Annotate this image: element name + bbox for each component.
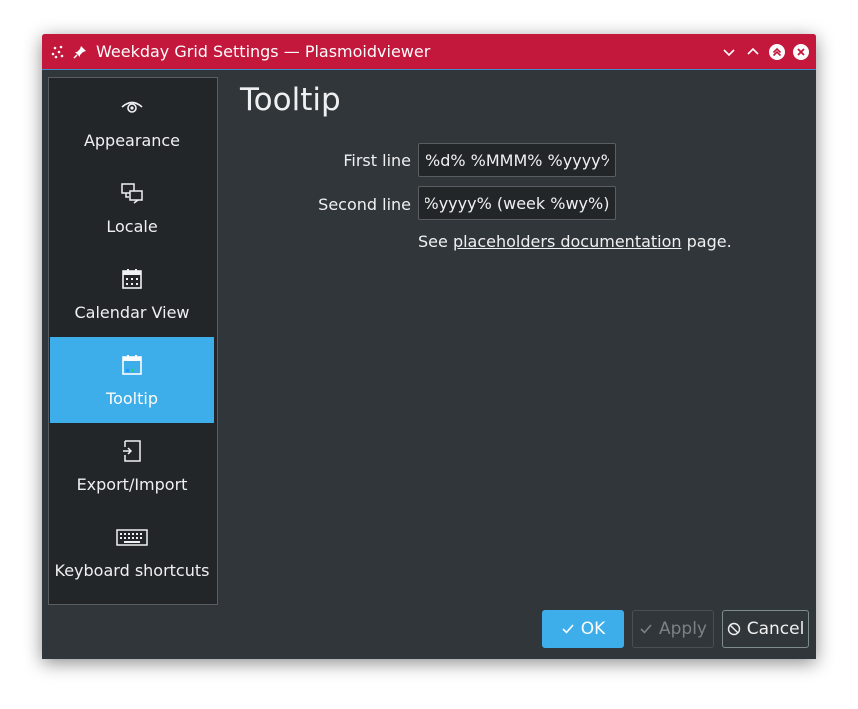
window-title: Weekday Grid Settings — Plasmoidviewer [96, 42, 431, 61]
ok-button-label: OK [580, 619, 606, 639]
sidebar: Appearance Locale Calendar View Tooltip … [48, 77, 218, 605]
help-text: See placeholders documentation page. [418, 232, 732, 251]
cancel-button-label: Cancel [746, 619, 805, 639]
sidebar-item-calendar-view[interactable]: Calendar View [50, 251, 214, 337]
maximize-button[interactable] [745, 44, 761, 60]
sidebar-item-label: Calendar View [74, 303, 190, 322]
keep-above-button[interactable] [769, 44, 785, 60]
first-line-label: First line [343, 151, 411, 170]
first-line-input[interactable] [418, 143, 616, 177]
sidebar-item-label: Appearance [83, 131, 181, 150]
apply-button[interactable]: Apply [632, 610, 714, 648]
checkmark-icon [640, 624, 652, 634]
settings-window: Weekday Grid Settings — Plasmoidviewer A… [42, 34, 816, 659]
sidebar-item-label: Tooltip [106, 389, 158, 408]
second-line-label: Second line [318, 195, 411, 214]
keyboard-icon [116, 529, 148, 546]
close-button[interactable] [793, 44, 809, 60]
export-icon [123, 440, 141, 462]
apply-button-label: Apply [659, 619, 707, 639]
sidebar-item-keyboard-shortcuts[interactable]: Keyboard shortcuts [50, 509, 214, 595]
translate-icon [121, 183, 143, 204]
help-prefix: See [418, 232, 453, 251]
calendar-icon [122, 355, 142, 375]
second-line-input[interactable] [418, 186, 616, 220]
help-suffix: page. [681, 232, 732, 251]
pin-icon[interactable] [72, 44, 88, 60]
placeholders-documentation-link[interactable]: placeholders documentation [453, 232, 682, 251]
calendar-icon [122, 269, 142, 289]
sidebar-item-label: Locale [106, 217, 158, 236]
page-title: Tooltip [240, 82, 341, 118]
title-bar[interactable]: Weekday Grid Settings — Plasmoidviewer [42, 34, 816, 70]
minimize-button[interactable] [721, 44, 737, 60]
sidebar-item-tooltip[interactable]: Tooltip [50, 337, 214, 423]
cancel-icon [727, 622, 740, 636]
eye-icon [121, 101, 143, 113]
sidebar-item-appearance[interactable]: Appearance [50, 79, 214, 165]
sidebar-item-locale[interactable]: Locale [50, 165, 214, 251]
sidebar-item-label: Export/Import [76, 475, 188, 494]
ok-button[interactable]: OK [542, 610, 624, 648]
sidebar-item-label: Keyboard shortcuts [54, 561, 210, 580]
checkmark-icon [562, 624, 574, 634]
sidebar-item-export-import[interactable]: Export/Import [50, 423, 214, 509]
cancel-button[interactable]: Cancel [722, 610, 809, 648]
app-icon [51, 45, 64, 59]
